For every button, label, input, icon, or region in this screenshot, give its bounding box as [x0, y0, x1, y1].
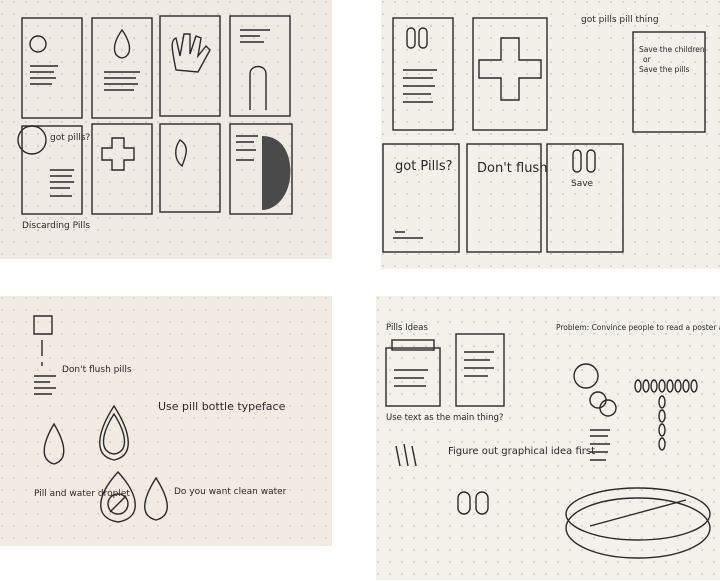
sketch-note: Use pill bottle typeface: [158, 400, 286, 413]
sketch-note: Save the pills: [639, 65, 689, 74]
sketch-note: Figure out graphical idea first: [448, 446, 595, 457]
sketch-note: Pills Ideas: [386, 323, 428, 333]
sketch-photo-droplets: Don't flush pills Use pill bottle typefa…: [0, 296, 332, 546]
sketch-note: Save: [571, 179, 594, 189]
sketch-note: or: [643, 55, 652, 64]
sketch-photo-4-svg: Pills Ideas Problem: Convince people to …: [376, 296, 720, 580]
sketch-photo-2-svg: got pills pill thing Save the children o…: [381, 0, 720, 269]
sketch-photo-thumbnails: got pills? Discarding Pills: [0, 0, 332, 259]
sketch-photo-3-svg: Don't flush pills Use pill bottle typefa…: [0, 296, 332, 546]
sketch-note: got Pills?: [395, 159, 453, 174]
sketch-note: Pill and water droplet: [34, 489, 130, 499]
sketch-note: got pills pill thing: [581, 15, 659, 25]
dot-grid: [381, 0, 720, 269]
sketch-photo-ideas: Pills Ideas Problem: Convince people to …: [376, 296, 720, 580]
sketch-note: Save the children: [639, 45, 705, 54]
sketch-note: Problem: Convince people to read a poste…: [556, 323, 720, 332]
sketch-note: got pills?: [50, 133, 91, 143]
sketch-photo-posters: got pills pill thing Save the children o…: [381, 0, 720, 269]
sketch-note: Discarding Pills: [22, 221, 90, 231]
sketch-note: Don't flush: [477, 161, 547, 176]
sketch-note: Do you want clean water: [174, 487, 287, 497]
sketch-note: Use text as the main thing?: [386, 413, 503, 423]
sketch-note: Don't flush pills: [62, 365, 132, 375]
sketch-photo-1-svg: got pills? Discarding Pills: [0, 0, 332, 259]
